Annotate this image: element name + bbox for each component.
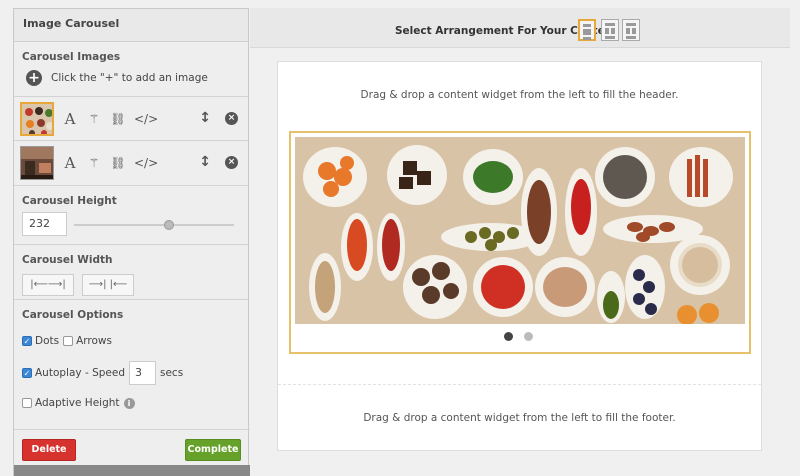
delete-button[interactable]: Delete [22,439,76,461]
text-icon[interactable]: A [62,154,78,172]
image-row-1[interactable]: A ⚚ ⛓ </> ↕ × [14,96,248,141]
image-row-2[interactable]: A ⚚ ⛓ </> ↕ × [14,141,248,186]
header-dropzone-hint[interactable]: Drag & drop a content widget from the le… [278,89,761,101]
options-row-3: Adaptive Height i [22,394,240,412]
speed-input[interactable]: 3 [129,361,156,385]
height-slider[interactable] [74,220,234,230]
row-actions: ↕ × [199,154,238,170]
layout-left-sidebar-icon[interactable] [601,19,619,41]
add-image-row[interactable]: + Click the "+" to add an image [22,66,240,90]
image-thumbnail[interactable] [20,101,54,136]
magic-wand-icon[interactable]: ⚚ [86,156,102,170]
footer-dropzone-hint[interactable]: Drag & drop a content widget from the le… [278,412,761,424]
add-image-hint: Click the "+" to add an image [51,72,208,84]
carousel-dot-2[interactable] [524,332,533,341]
adaptive-height-checkbox[interactable] [22,398,32,408]
height-input[interactable]: 232 [22,212,67,236]
adaptive-height-label: Adaptive Height [35,397,120,409]
content-canvas: Drag & drop a content widget from the le… [277,61,762,451]
carousel-dot-1[interactable] [504,332,513,341]
remove-icon[interactable]: × [225,111,238,125]
link-icon[interactable]: ⛓ [110,112,126,126]
carousel-image-spices [295,137,745,324]
spices-photo [295,137,745,324]
reorder-icon[interactable]: ↕ [199,110,211,126]
plus-circle-icon[interactable]: + [26,70,42,86]
width-fixed-button[interactable]: ⟶| |⟵ [82,274,135,296]
width-section: Carousel Width |⟵⟶| ⟶| |⟵ [14,245,248,300]
link-icon[interactable]: ⛓ [110,156,126,170]
code-icon[interactable]: </> [134,156,158,170]
remove-icon[interactable]: × [225,155,238,169]
speed-unit: secs [160,367,184,379]
panel-footer: Delete Complete [14,429,250,465]
image-thumbnail[interactable] [20,146,54,180]
arrows-checkbox[interactable] [63,336,74,346]
magic-wand-icon[interactable]: ⚚ [86,112,102,126]
autoplay-checkbox[interactable]: ✓ [22,368,32,378]
height-section: Carousel Height 232 [14,186,248,245]
info-icon[interactable]: i [123,397,135,409]
dots-label: Dots [35,335,60,347]
options-row-1: ✓ Dots Arrows [22,332,240,350]
thumbnail-spices-image [22,103,52,134]
width-heading: Carousel Width [22,254,113,266]
thumbnail-room-image [21,147,53,179]
options-heading: Carousel Options [22,309,124,321]
arrows-label: Arrows [76,335,112,347]
layout-stacked-icon[interactable] [578,19,596,41]
reorder-icon[interactable]: ↕ [199,154,211,170]
panel-title: Image Carousel [14,9,248,42]
layout-right-sidebar-icon[interactable] [622,19,640,41]
carousel-widget[interactable] [289,131,751,354]
app-root: Image Carousel Carousel Images + Click t… [0,0,800,476]
width-full-button[interactable]: |⟵⟶| [22,274,74,296]
text-icon[interactable]: A [62,110,78,128]
editor-panel: Image Carousel Carousel Images + Click t… [13,8,250,476]
dots-checkbox[interactable]: ✓ [22,336,32,346]
autoplay-label: Autoplay - Speed [35,367,125,379]
footer-divider [278,384,761,385]
complete-button[interactable]: Complete [185,439,241,461]
arrangement-bar: Select Arrangement For Your Content [250,8,790,48]
options-section: Carousel Options ✓ Dots Arrows ✓ Autopla… [14,300,248,424]
images-section: Carousel Images + Click the "+" to add a… [14,42,248,96]
options-row-2: ✓ Autoplay - Speed 3 secs [22,361,240,385]
slider-handle[interactable] [164,220,174,230]
height-heading: Carousel Height [22,195,117,207]
row-actions: ↕ × [199,110,238,126]
panel-bottom-bar [14,465,250,476]
code-icon[interactable]: </> [134,112,158,126]
images-heading: Carousel Images [22,51,121,63]
